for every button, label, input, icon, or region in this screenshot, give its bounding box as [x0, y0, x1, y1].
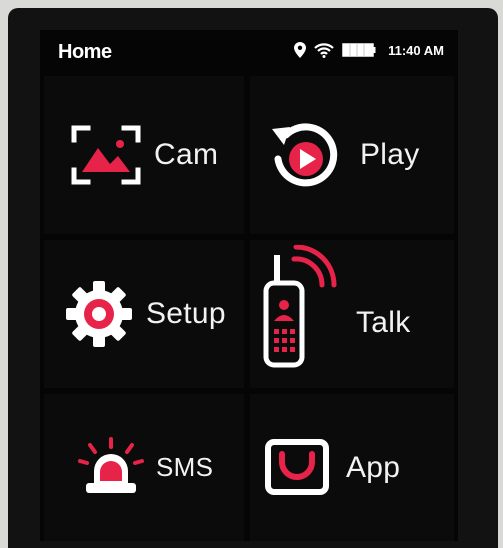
- sms-label: SMS: [156, 452, 214, 482]
- app-tile[interactable]: App: [250, 394, 454, 541]
- home-grid: Cam Play Setup Talk SMS App: [40, 74, 458, 541]
- gear-icon: [66, 281, 132, 347]
- device-screen: Home 11:40 AM Cam Play Setup Talk SMS Ap…: [40, 30, 458, 541]
- app-cup-icon: [265, 438, 329, 495]
- sms-tile[interactable]: SMS: [44, 394, 244, 541]
- alarm-light-icon: [78, 436, 144, 493]
- replay-icon: [272, 123, 338, 187]
- wifi-icon: [314, 43, 334, 58]
- play-tile[interactable]: Play: [250, 76, 454, 234]
- app-label: App: [346, 450, 401, 484]
- setup-tile[interactable]: Setup: [44, 240, 244, 388]
- talk-tile[interactable]: Talk: [250, 240, 454, 388]
- talk-label: Talk: [356, 306, 411, 339]
- play-label: Play: [360, 138, 420, 171]
- walkie-talkie-icon: [263, 245, 337, 368]
- battery-icon: [342, 43, 376, 57]
- status-title: Home: [58, 41, 112, 63]
- status-icons: 11:40 AM: [294, 42, 444, 58]
- cam-label: Cam: [154, 138, 219, 171]
- camera-focus-icon: [71, 125, 141, 185]
- status-time: 11:40 AM: [388, 42, 444, 58]
- location-pin-icon: [294, 42, 307, 58]
- cam-tile[interactable]: Cam: [44, 76, 244, 234]
- setup-label: Setup: [146, 297, 226, 330]
- status-bar: Home 11:40 AM: [40, 30, 458, 74]
